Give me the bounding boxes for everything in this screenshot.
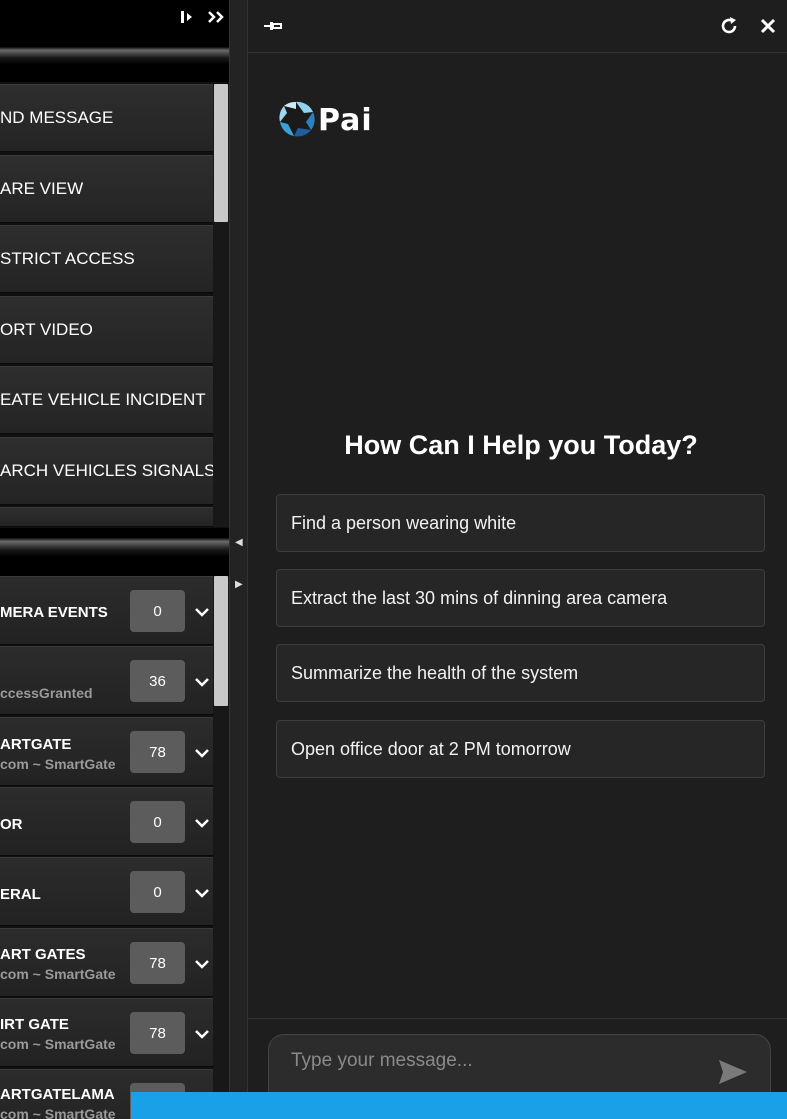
event-item-smartgate[interactable]: ARTGATE com ~ SmartGate 78 bbox=[0, 717, 213, 786]
arrow-right-icon[interactable]: ▶ bbox=[235, 580, 245, 590]
suggestion-button[interactable]: Find a person wearing white bbox=[276, 494, 765, 552]
chevron-down-icon[interactable] bbox=[191, 1023, 213, 1045]
suggestion-button[interactable]: Summarize the health of the system bbox=[276, 644, 765, 702]
event-count-badge: 0 bbox=[130, 590, 185, 632]
menu-item-send-message[interactable]: ND MESSAGE bbox=[0, 84, 213, 152]
events-scrollbar-thumb[interactable] bbox=[214, 576, 228, 706]
event-item-smart-gate[interactable]: IRT GATE com ~ SmartGate 78 bbox=[0, 998, 213, 1067]
event-count-badge: 78 bbox=[130, 731, 185, 773]
chat-panel: Pai How Can I Help you Today? Find a per… bbox=[248, 0, 787, 1119]
send-icon[interactable] bbox=[716, 1057, 750, 1087]
suggestion-button[interactable]: Open office door at 2 PM tomorrow bbox=[276, 720, 765, 778]
event-item-smart-gates[interactable]: ART GATES com ~ SmartGate 78 bbox=[0, 928, 213, 997]
menu-item-export-video[interactable]: ORT VIDEO bbox=[0, 296, 213, 364]
taskbar-strip bbox=[131, 1092, 787, 1119]
arrow-left-icon[interactable]: ◀ bbox=[235, 538, 245, 548]
event-count-badge: 0 bbox=[130, 801, 185, 843]
help-title: How Can I Help you Today? bbox=[344, 430, 698, 460]
menu-item-partial bbox=[0, 507, 213, 527]
left-panel-toolbar bbox=[0, 0, 229, 38]
actions-scrollbar-thumb[interactable] bbox=[214, 84, 228, 222]
event-item-camera-events[interactable]: MERA EVENTS 0 bbox=[0, 576, 213, 645]
menu-item-share-view[interactable]: ARE VIEW bbox=[0, 155, 213, 223]
event-count-badge: 36 bbox=[130, 660, 185, 702]
double-chevron-right-icon[interactable] bbox=[205, 6, 227, 28]
panel-splitter[interactable]: ◀ ▶ bbox=[229, 0, 248, 1119]
actions-section-header bbox=[0, 38, 229, 82]
event-item-door[interactable]: OR 0 bbox=[0, 787, 213, 856]
menu-item-restrict-access[interactable]: STRICT ACCESS bbox=[0, 225, 213, 293]
refresh-icon[interactable] bbox=[717, 14, 741, 38]
chevron-down-icon[interactable] bbox=[191, 812, 213, 834]
collapse-panel-icon[interactable] bbox=[178, 6, 196, 28]
event-item-access-granted[interactable]: ccessGranted 36 bbox=[0, 646, 213, 715]
pai-logo: Pai bbox=[278, 100, 378, 138]
chevron-down-icon[interactable] bbox=[191, 601, 213, 623]
chevron-down-icon[interactable] bbox=[191, 882, 213, 904]
menu-item-search-vehicles-signals[interactable]: ARCH VEHICLES SIGNALS bbox=[0, 437, 215, 505]
suggestion-button[interactable]: Extract the last 30 mins of dinning area… bbox=[276, 569, 765, 627]
pin-icon[interactable] bbox=[261, 14, 285, 38]
chat-header bbox=[248, 0, 787, 53]
chevron-down-icon[interactable] bbox=[191, 953, 213, 975]
event-item-general[interactable]: ERAL 0 bbox=[0, 857, 213, 926]
event-count-badge: 78 bbox=[130, 942, 185, 984]
event-count-badge: 78 bbox=[130, 1012, 185, 1054]
events-section-header bbox=[0, 528, 229, 576]
chevron-down-icon[interactable] bbox=[191, 671, 213, 693]
close-icon[interactable] bbox=[756, 14, 780, 38]
menu-item-create-vehicle-incident[interactable]: EATE VEHICLE INCIDENT bbox=[0, 366, 213, 434]
event-count-badge: 0 bbox=[130, 871, 185, 913]
left-panel: ND MESSAGE ARE VIEW STRICT ACCESS ORT VI… bbox=[0, 0, 229, 1119]
chevron-down-icon[interactable] bbox=[191, 742, 213, 764]
